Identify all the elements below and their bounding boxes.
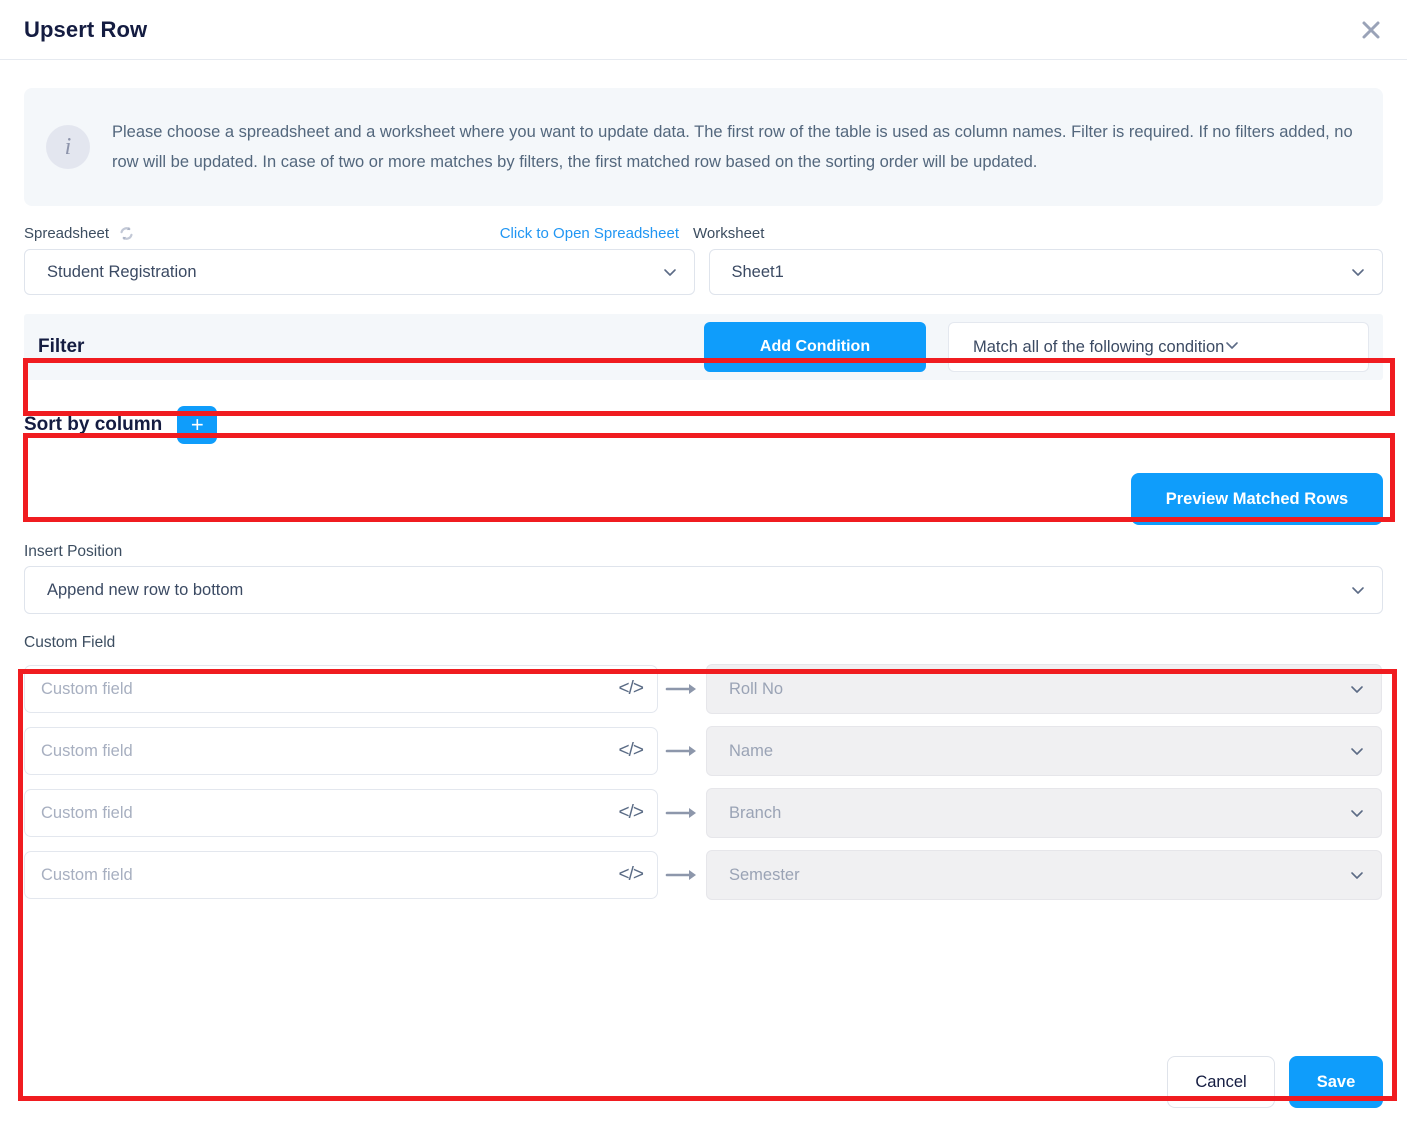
spreadsheet-label-group: Spreadsheet — [24, 225, 135, 242]
custom-field-placeholder: Custom field — [41, 803, 133, 822]
modal-header: Upsert Row — [0, 0, 1407, 60]
source-select-row: Student Registration Sheet1 — [24, 249, 1383, 295]
add-condition-button[interactable]: Add Condition — [704, 322, 926, 372]
custom-field-column-select[interactable]: Semester — [706, 850, 1382, 900]
chevron-down-icon — [1350, 582, 1366, 598]
custom-field-placeholder: Custom field — [41, 679, 133, 698]
custom-field-column-select[interactable]: Roll No — [706, 664, 1382, 714]
arrow-right-icon — [658, 806, 706, 820]
custom-field-column-select[interactable]: Branch — [706, 788, 1382, 838]
save-button[interactable]: Save — [1289, 1056, 1383, 1108]
info-banner-text: Please choose a spreadsheet and a worksh… — [112, 123, 1353, 171]
custom-field-input[interactable]: Custom field </> — [24, 665, 658, 713]
spreadsheet-label: Spreadsheet — [24, 224, 110, 242]
custom-field-row: Custom field </> Branch — [24, 788, 1383, 838]
code-icon[interactable]: </> — [619, 864, 645, 886]
close-icon[interactable] — [1353, 12, 1389, 48]
chevron-down-icon — [1349, 805, 1365, 821]
custom-field-label: Custom Field — [24, 634, 116, 651]
custom-field-placeholder: Custom field — [41, 741, 133, 760]
custom-field-column-value: Branch — [729, 803, 782, 822]
open-spreadsheet-link[interactable]: Click to Open Spreadsheet — [500, 225, 679, 242]
insert-position-label: Insert Position — [24, 543, 123, 560]
custom-field-input[interactable]: Custom field </> — [24, 727, 658, 775]
chevron-down-icon — [1224, 337, 1240, 358]
custom-field-input[interactable]: Custom field </> — [24, 851, 658, 899]
worksheet-select[interactable]: Sheet1 — [708, 249, 1383, 295]
custom-field-column-value: Semester — [729, 865, 800, 884]
source-label-row: Spreadsheet Click to Open Spreadsheet Wo… — [24, 222, 1383, 244]
sort-by-column-label: Sort by column — [24, 414, 163, 435]
filter-label: Filter — [38, 336, 85, 357]
custom-field-column-select[interactable]: Name — [706, 726, 1382, 776]
custom-field-placeholder: Custom field — [41, 865, 133, 884]
info-banner: i Please choose a spreadsheet and a work… — [24, 88, 1383, 206]
insert-position-select[interactable]: Append new row to bottom — [24, 566, 1383, 614]
spreadsheet-select[interactable]: Student Registration — [24, 249, 695, 295]
info-icon: i — [46, 125, 90, 169]
worksheet-select-value: Sheet1 — [731, 262, 784, 281]
sort-section: Sort by column + — [24, 406, 1383, 444]
chevron-down-icon — [1349, 867, 1365, 883]
worksheet-label: Worksheet — [693, 224, 765, 242]
modal-footer: Cancel Save — [1167, 1056, 1383, 1108]
chevron-down-icon — [662, 264, 678, 280]
add-sort-button[interactable]: + — [177, 406, 218, 444]
filter-match-value: Match all of the following condition — [973, 337, 1225, 356]
spreadsheet-select-value: Student Registration — [47, 262, 197, 281]
code-icon[interactable]: </> — [619, 678, 645, 700]
cancel-button[interactable]: Cancel — [1167, 1056, 1275, 1108]
modal-body: i Please choose a spreadsheet and a work… — [0, 88, 1407, 1101]
preview-row: Preview Matched Rows — [24, 473, 1383, 525]
custom-field-input[interactable]: Custom field </> — [24, 789, 658, 837]
custom-field-column-value: Name — [729, 741, 774, 760]
custom-field-row: Custom field </> Roll No — [24, 664, 1383, 714]
chevron-down-icon — [1350, 264, 1366, 280]
custom-field-column-value: Roll No — [729, 679, 784, 698]
custom-field-row: Custom field </> Name — [24, 726, 1383, 776]
arrow-right-icon — [658, 868, 706, 882]
chevron-down-icon — [1349, 743, 1365, 759]
page-title: Upsert Row — [24, 16, 148, 42]
preview-matched-rows-button[interactable]: Preview Matched Rows — [1131, 473, 1383, 525]
insert-position-value: Append new row to bottom — [47, 580, 244, 599]
refresh-icon[interactable] — [118, 225, 135, 242]
filter-match-select[interactable]: Match all of the following condition — [948, 322, 1369, 372]
arrow-right-icon — [658, 682, 706, 696]
arrow-right-icon — [658, 744, 706, 758]
custom-field-row: Custom field </> Semester — [24, 850, 1383, 900]
code-icon[interactable]: </> — [619, 802, 645, 824]
chevron-down-icon — [1349, 681, 1365, 697]
filter-section: Filter Add Condition Match all of the fo… — [24, 314, 1383, 380]
code-icon[interactable]: </> — [619, 740, 645, 762]
